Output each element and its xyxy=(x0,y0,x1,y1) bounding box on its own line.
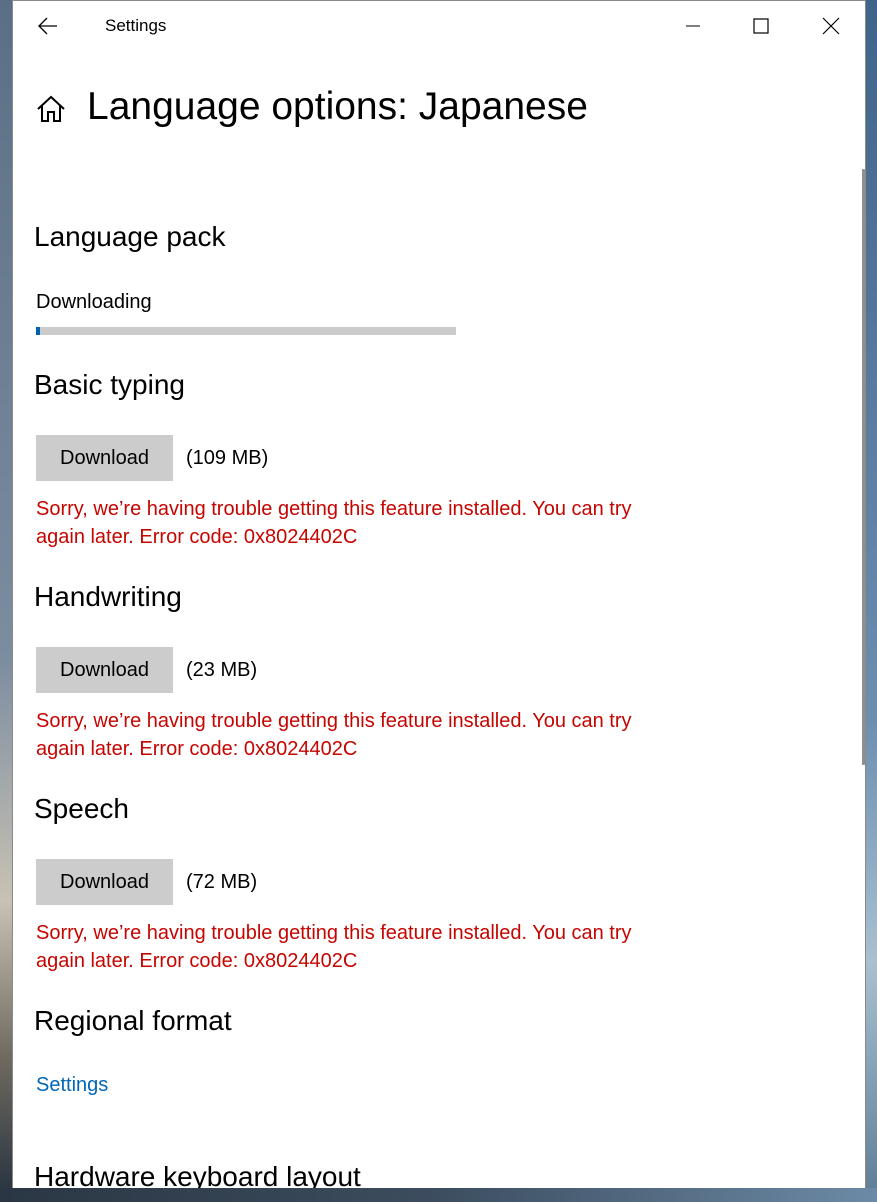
close-button[interactable] xyxy=(799,1,863,51)
maximize-button[interactable] xyxy=(729,1,793,51)
speech-error: Sorry, we’re having trouble getting this… xyxy=(36,922,632,972)
desktop-background-left xyxy=(0,0,12,1202)
desktop-background-bottom xyxy=(0,1188,877,1202)
window-title: Settings xyxy=(105,16,167,35)
hardware-keyboard-heading: Hardware keyboard layout xyxy=(34,1161,361,1188)
regional-format-heading: Regional format xyxy=(34,1005,232,1036)
vertical-scrollbar[interactable] xyxy=(862,169,865,765)
basic-typing-error: Sorry, we’re having trouble getting this… xyxy=(36,498,632,548)
handwriting-heading: Handwriting xyxy=(34,581,182,612)
close-icon xyxy=(822,17,840,35)
desktop-background-right xyxy=(866,0,877,1202)
minimize-button[interactable] xyxy=(661,1,725,51)
back-button[interactable] xyxy=(33,9,63,43)
back-arrow-icon xyxy=(38,17,57,35)
speech-heading: Speech xyxy=(34,793,129,824)
maximize-icon xyxy=(753,18,769,34)
download-status-label: Downloading xyxy=(36,291,152,313)
title-bar[interactable]: Settings xyxy=(13,1,865,51)
handwriting-download-button[interactable]: Download xyxy=(36,647,173,693)
minimize-icon xyxy=(686,25,700,27)
settings-window: Settings Language options: Japanese Lang… xyxy=(12,0,866,1188)
basic-typing-download-button[interactable]: Download xyxy=(36,435,173,481)
language-pack-progress-bar xyxy=(36,327,456,335)
progress-bar-fill xyxy=(36,327,40,335)
page-title: Language options: Japanese xyxy=(87,85,588,128)
regional-format-settings-link[interactable]: Settings xyxy=(36,1074,108,1097)
handwriting-error: Sorry, we’re having trouble getting this… xyxy=(36,710,632,760)
speech-download-button[interactable]: Download xyxy=(36,859,173,905)
language-pack-heading: Language pack xyxy=(34,221,226,252)
basic-typing-size: (109 MB) xyxy=(186,447,269,469)
basic-typing-heading: Basic typing xyxy=(34,369,185,400)
speech-size: (72 MB) xyxy=(186,871,258,893)
home-icon[interactable] xyxy=(35,93,67,125)
handwriting-size: (23 MB) xyxy=(186,659,258,681)
